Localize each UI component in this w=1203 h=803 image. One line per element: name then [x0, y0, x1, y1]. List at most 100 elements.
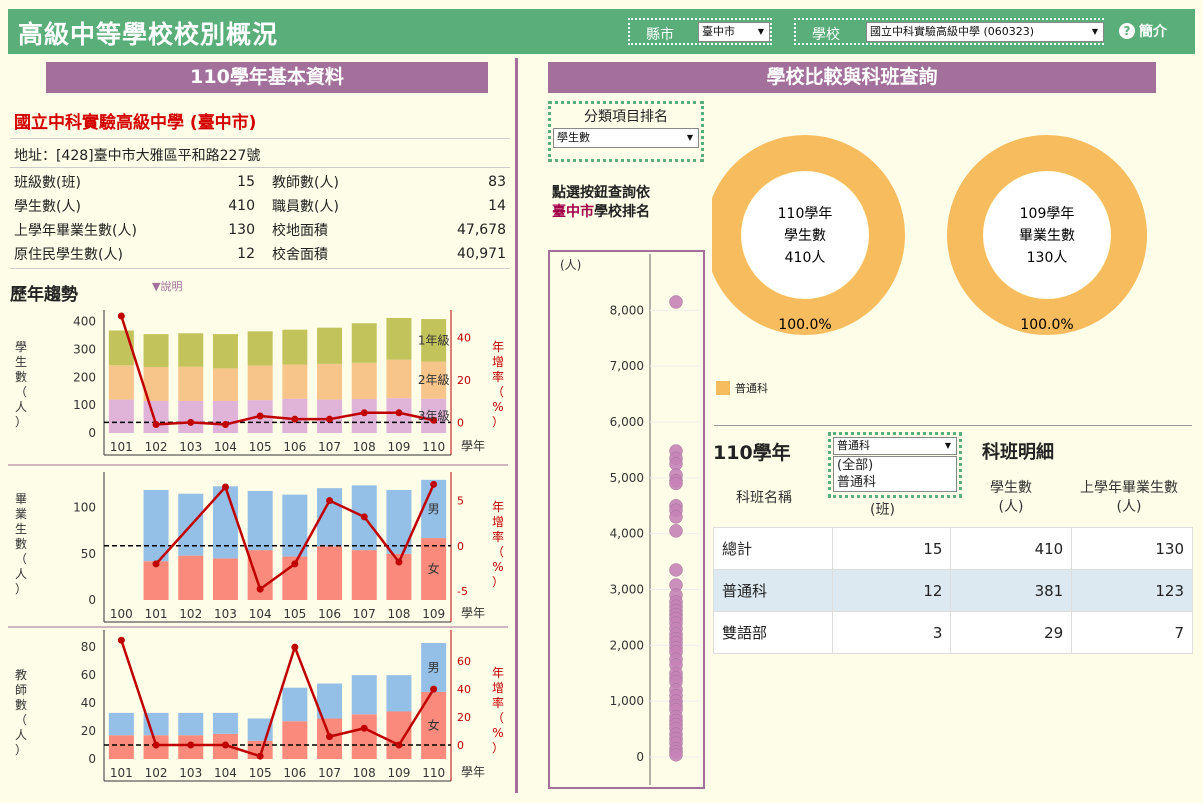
city-dropdown[interactable]: 臺中市 ▼ [698, 22, 770, 42]
rate-point [152, 420, 160, 428]
y2-tick-label: 0 [457, 416, 464, 429]
class-filter-option[interactable]: (全部) [837, 457, 956, 474]
rate-point [256, 752, 264, 760]
x-tick-label: 107 [318, 766, 341, 780]
y-tick-label: 3,000 [610, 583, 644, 597]
school-point [669, 748, 683, 762]
rate-point [395, 558, 403, 566]
col-header-grads: 上學年畢業生數 (人) [1072, 479, 1186, 517]
table-row[interactable]: 總計 15 410 130 [713, 527, 1193, 570]
bar [282, 329, 308, 365]
rate-point [221, 741, 229, 749]
donut-label: 130人 [1027, 250, 1068, 266]
donut-percent: 100.0% [778, 317, 831, 333]
y-tick-label: 100 [73, 398, 96, 412]
rank-instruction-text: 點選按鈕查詢依 [552, 185, 650, 201]
bar [351, 714, 377, 759]
class-filter-option[interactable]: 普通科 [837, 474, 956, 491]
cell-name: 普通科 [713, 569, 833, 612]
stat-value: 83 [488, 174, 506, 190]
x-tick-label: 100 [110, 607, 133, 621]
class-filter-dropdown[interactable]: 普通科 ▼ [833, 437, 957, 455]
column-divider [515, 58, 518, 793]
cell-grads: 123 [1071, 569, 1193, 612]
x-tick-label: 107 [353, 607, 376, 621]
x-tick-label: 107 [318, 440, 341, 454]
school-point [669, 563, 683, 577]
divider [10, 268, 510, 269]
x-tick-label: 102 [145, 766, 168, 780]
y-unit-label: (人) [560, 258, 581, 272]
stat-label: 班級數(班) [14, 175, 81, 191]
x-tick-label: 102 [145, 440, 168, 454]
bar [108, 735, 134, 759]
stat-label: 學生數(人) [14, 199, 81, 215]
cell-classes: 15 [831, 527, 952, 570]
rate-point [395, 741, 403, 749]
bar [247, 331, 273, 366]
x-tick-label: 109 [422, 607, 445, 621]
y2-tick-label: 20 [457, 711, 471, 724]
series-label: 女 [428, 717, 440, 732]
series-label: 男 [428, 660, 440, 674]
class-filter-options: (全部) 普通科 [833, 456, 957, 492]
class-table: 總計 15 410 130 普通科 12 381 123 雙語部 3 29 7 [713, 527, 1193, 654]
bar [108, 330, 134, 366]
x-tick-label: 101 [110, 766, 133, 780]
stats-table-left: 班級數(班) 15 學生數(人) 410 上學年畢業生數(人) 130 原住民學生數(人) 1… [12, 170, 257, 266]
stat-label: 教師數(人) [272, 175, 339, 191]
x-tick-label: 106 [283, 440, 306, 454]
bar [178, 333, 204, 367]
rate-point [291, 643, 299, 651]
rate-point [221, 483, 229, 491]
x-tick-label: 106 [283, 766, 306, 780]
x-tick-label: 101 [110, 440, 133, 454]
bar [317, 546, 343, 600]
cell-students: 381 [950, 569, 1073, 612]
y2-tick-label: -5 [457, 585, 468, 598]
cell-students: 410 [950, 527, 1073, 570]
bar [178, 366, 204, 401]
donut-label: 410人 [785, 250, 826, 266]
y-tick-label: 60 [81, 668, 96, 682]
chevron-down-icon: ▼ [944, 441, 951, 450]
y2-tick-label: 5 [457, 495, 464, 508]
rate-point [152, 560, 160, 568]
stat-value: 410 [228, 198, 255, 214]
y2-tick-label: 20 [457, 374, 471, 387]
cell-name: 總計 [713, 527, 833, 570]
table-row[interactable]: 普通科 12 381 123 [713, 569, 1193, 612]
x-tick-label: 108 [353, 766, 376, 780]
col-header-classes: (班) [870, 502, 895, 518]
cell-students: 29 [950, 611, 1073, 654]
school-dropdown[interactable]: 國立中科實驗高級中學 (060323) ▼ [866, 22, 1104, 42]
donut-percent: 100.0% [1020, 317, 1073, 333]
class-detail-title: 科班明細 [982, 442, 1054, 463]
bar [212, 400, 238, 433]
x-tick-label: 109 [387, 440, 410, 454]
y-tick-label: 200 [73, 370, 96, 384]
col-header-grads-unit: (人) [1116, 499, 1142, 515]
x-axis-label: 學年 [461, 765, 485, 779]
x-tick-label: 103 [179, 766, 202, 780]
y-tick-label: 400 [73, 315, 96, 329]
help-button[interactable]: ? 簡介 [1119, 21, 1167, 41]
school-point [669, 476, 683, 491]
rank-instruction-city: 臺中市 [552, 204, 594, 220]
bar [178, 400, 204, 433]
x-tick-label: 109 [387, 766, 410, 780]
rank-dropdown[interactable]: 學生數 ▼ [553, 128, 699, 148]
note-toggle[interactable]: ▼說明 [152, 278, 182, 294]
stats-table-right: 教師數(人) 83 職員數(人) 14 校地面積 47,678 校舍面積 40,971 [270, 170, 508, 266]
bar [351, 323, 377, 363]
table-row[interactable]: 雙語部 3 29 7 [713, 611, 1193, 654]
bar [143, 490, 169, 562]
school-selector: 學校 國立中科實驗高級中學 (060323) ▼ [791, 15, 1107, 48]
stat-label: 上學年畢業生數(人) [14, 223, 137, 239]
x-tick-label: 108 [353, 440, 376, 454]
bar [247, 490, 273, 551]
divider [10, 138, 510, 139]
bar [212, 558, 238, 600]
y-tick-label: 8,000 [610, 303, 644, 317]
bar [317, 363, 343, 400]
